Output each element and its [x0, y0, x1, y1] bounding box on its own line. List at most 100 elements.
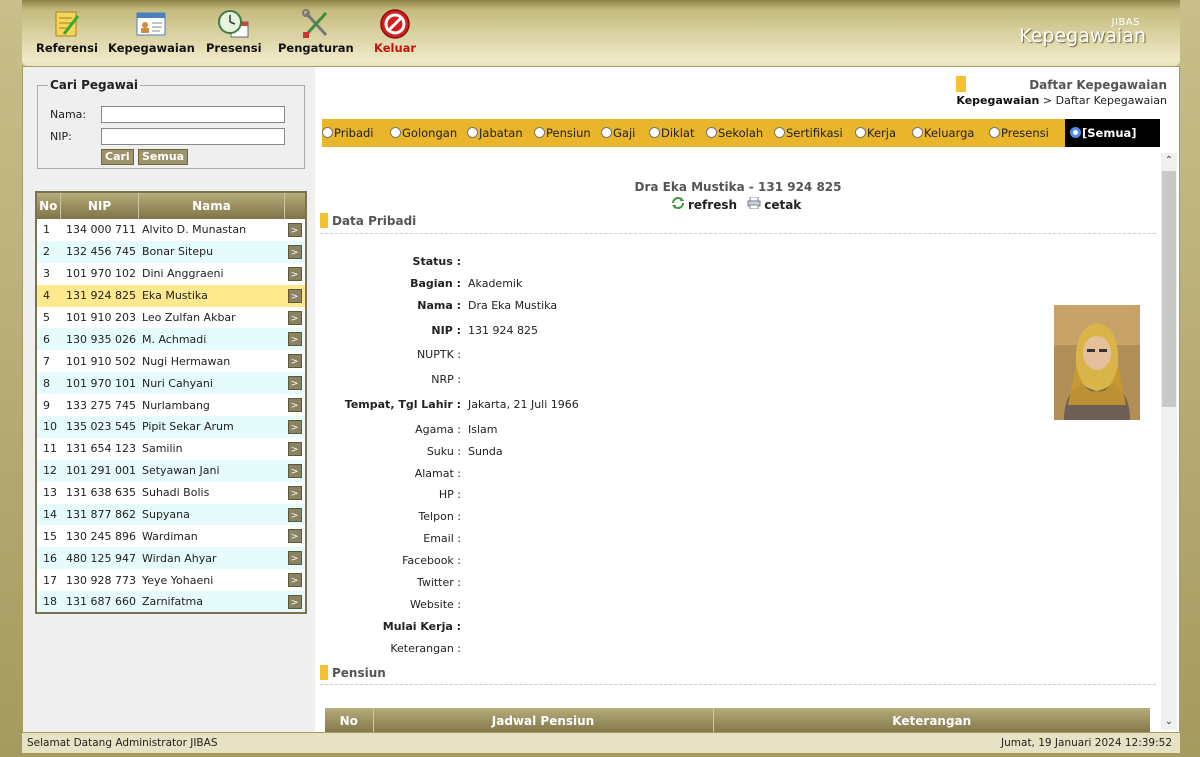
view-employee-button[interactable]: >	[287, 594, 302, 609]
view-employee-button[interactable]: >	[287, 573, 302, 588]
row-nama[interactable]: Alvito D. Munastan	[138, 219, 284, 241]
row-nama[interactable]: Pipit Sekar Arum	[138, 416, 284, 438]
row-nama[interactable]: Nurlambang	[138, 394, 284, 417]
view-employee-button[interactable]: >	[287, 463, 302, 478]
table-row[interactable]: 7 101 910 502 Nugi Hermawan >	[36, 350, 306, 373]
radio-icon[interactable]	[322, 127, 333, 138]
row-nama[interactable]: Suhadi Bolis	[138, 481, 284, 504]
table-row[interactable]: 15 130 245 896 Wardiman >	[36, 525, 306, 548]
table-row[interactable]: 8 101 970 101 Nuri Cahyani >	[36, 372, 306, 395]
tab-golongan[interactable]: Golongan	[390, 119, 457, 147]
menu-kepegawaian[interactable]: Kepegawaian	[108, 8, 195, 55]
radio-icon[interactable]	[390, 127, 401, 138]
row-nama[interactable]: Samilin	[138, 437, 284, 460]
table-row[interactable]: 2 132 456 745 Bonar Sitepu >	[36, 240, 306, 263]
tab-diklat[interactable]: Diklat	[649, 119, 694, 147]
row-no: 16	[36, 547, 60, 570]
row-nama[interactable]: Setyawan Jani	[138, 459, 284, 482]
radio-icon[interactable]	[1070, 127, 1081, 138]
refresh-button[interactable]: refresh	[671, 197, 741, 212]
view-employee-button[interactable]: >	[287, 376, 302, 391]
row-no: 12	[36, 459, 60, 482]
row-nama[interactable]: Leo Zulfan Akbar	[138, 306, 284, 329]
view-employee-button[interactable]: >	[287, 441, 302, 456]
table-row[interactable]: 18 131 687 660 Zarnifatma >	[36, 591, 306, 614]
radio-icon[interactable]	[855, 127, 866, 138]
menu-referensi[interactable]: Referensi	[36, 8, 98, 55]
view-employee-button[interactable]: >	[287, 288, 302, 303]
menu-keluar[interactable]: Keluar	[374, 8, 416, 55]
tab-kerja[interactable]: Kerja	[855, 119, 896, 147]
radio-icon[interactable]	[989, 127, 1000, 138]
row-nama[interactable]: Nugi Hermawan	[138, 350, 284, 373]
view-employee-button[interactable]: >	[287, 244, 302, 259]
field-label: NIP :	[431, 324, 461, 337]
radio-icon[interactable]	[467, 127, 478, 138]
table-row[interactable]: 1 134 000 711 Alvito D. Munastan >	[36, 219, 306, 241]
view-employee-button[interactable]: >	[287, 222, 302, 237]
tab-presensi[interactable]: Presensi	[989, 119, 1049, 147]
tab-gaji[interactable]: Gaji	[601, 119, 635, 147]
tab-semua[interactable]: [Semua]	[1065, 119, 1160, 147]
tab-pribadi[interactable]: Pribadi	[322, 119, 374, 147]
menu-presensi[interactable]: Presensi	[206, 8, 262, 55]
radio-icon[interactable]	[912, 127, 923, 138]
tab-sertifikasi[interactable]: Sertifikasi	[774, 119, 843, 147]
view-employee-button[interactable]: >	[287, 266, 302, 281]
row-nama[interactable]: M. Achmadi	[138, 328, 284, 351]
row-nama[interactable]: Wirdan Ahyar	[138, 547, 284, 570]
radio-icon[interactable]	[534, 127, 545, 138]
table-row[interactable]: 17 130 928 773 Yeye Yohaeni >	[36, 569, 306, 592]
tab-keluarga[interactable]: Keluarga	[912, 119, 974, 147]
table-row[interactable]: 4 131 924 825 Eka Mustika >	[36, 284, 306, 307]
row-nama[interactable]: Nuri Cahyani	[138, 372, 284, 395]
table-row[interactable]: 12 101 291 001 Setyawan Jani >	[36, 459, 306, 482]
tab-sekolah[interactable]: Sekolah	[706, 119, 763, 147]
breadcrumb-root[interactable]: Kepegawaian	[956, 94, 1039, 107]
table-row[interactable]: 13 131 638 635 Suhadi Bolis >	[36, 481, 306, 504]
table-row[interactable]: 11 131 654 123 Samilin >	[36, 437, 306, 460]
radio-icon[interactable]	[601, 127, 612, 138]
row-nama[interactable]: Yeye Yohaeni	[138, 569, 284, 592]
print-button[interactable]: cetak	[747, 197, 801, 212]
scroll-down-icon[interactable]: ⌄	[1161, 714, 1177, 730]
radio-icon[interactable]	[706, 127, 717, 138]
view-employee-button[interactable]: >	[287, 529, 302, 544]
table-row[interactable]: 5 101 910 203 Leo Zulfan Akbar >	[36, 306, 306, 329]
view-employee-button[interactable]: >	[287, 485, 302, 500]
view-employee-button[interactable]: >	[287, 332, 302, 347]
row-nama[interactable]: Wardiman	[138, 525, 284, 548]
tab-pensiun[interactable]: Pensiun	[534, 119, 591, 147]
row-action: >	[284, 328, 306, 351]
row-nama[interactable]: Dini Anggraeni	[138, 262, 284, 285]
table-row[interactable]: 6 130 935 026 M. Achmadi >	[36, 328, 306, 351]
scroll-up-icon[interactable]: ⌃	[1161, 153, 1177, 169]
table-row[interactable]: 3 101 970 102 Dini Anggraeni >	[36, 262, 306, 285]
table-row[interactable]: 10 135 023 545 Pipit Sekar Arum >	[36, 416, 306, 438]
row-nama[interactable]: Bonar Sitepu	[138, 240, 284, 263]
view-employee-button[interactable]: >	[287, 354, 302, 369]
table-row[interactable]: 9 133 275 745 Nurlambang >	[36, 394, 306, 417]
menu-pengaturan[interactable]: Pengaturan	[278, 8, 354, 55]
row-nip: 101 291 001	[60, 459, 139, 482]
content-scrollbar[interactable]: ⌃ ⌄	[1161, 153, 1177, 730]
row-nama[interactable]: Supyana	[138, 503, 284, 526]
row-nama[interactable]: Eka Mustika	[138, 284, 284, 307]
view-employee-button[interactable]: >	[287, 551, 302, 566]
table-row[interactable]: 14 131 877 862 Supyana >	[36, 503, 306, 526]
nama-input[interactable]	[101, 106, 285, 123]
view-employee-button[interactable]: >	[287, 419, 302, 434]
view-employee-button[interactable]: >	[287, 398, 302, 413]
radio-icon[interactable]	[774, 127, 785, 138]
nip-input[interactable]	[101, 128, 285, 145]
view-employee-button[interactable]: >	[287, 507, 302, 522]
row-nama[interactable]: Zarnifatma	[138, 591, 284, 614]
table-row[interactable]: 16 480 125 947 Wirdan Ahyar >	[36, 547, 306, 570]
tab-jabatan[interactable]: Jabatan	[467, 119, 523, 147]
cari-button[interactable]: Cari	[101, 149, 134, 165]
semua-button[interactable]: Semua	[138, 149, 189, 165]
view-employee-button[interactable]: >	[287, 310, 302, 325]
scroll-thumb[interactable]	[1162, 171, 1176, 407]
row-no: 4	[36, 284, 60, 307]
radio-icon[interactable]	[649, 127, 660, 138]
